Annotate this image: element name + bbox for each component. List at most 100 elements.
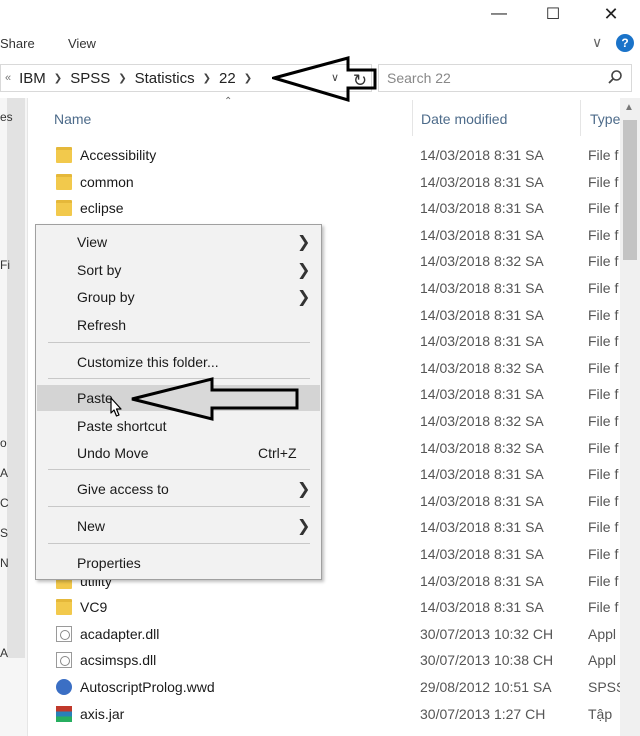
file-row[interactable]: Accessibility 14/03/2018 8:31 SA File f	[50, 142, 620, 168]
title-bar: — ☐ ✕	[0, 0, 640, 28]
file-name: Accessibility	[80, 147, 157, 163]
file-date: 14/03/2018 8:31 SA	[420, 280, 544, 296]
navigation-pane[interactable]: es Fi o A C S N A	[0, 98, 28, 736]
file-type: File f	[588, 280, 619, 296]
search-placeholder: Search 22	[387, 70, 451, 86]
file-type: File f	[588, 333, 619, 350]
dll-icon	[56, 625, 72, 642]
chevron-right-icon: ❯	[297, 289, 311, 306]
close-icon: ✕	[603, 3, 619, 24]
file-name: eclipse	[80, 200, 124, 217]
column-divider[interactable]	[412, 100, 413, 136]
menu-item-label: New	[77, 518, 106, 534]
file-date: 14/03/2018 8:31 SA	[420, 200, 544, 217]
search-input[interactable]: Search 22	[378, 64, 632, 92]
nav-item[interactable]: A	[0, 466, 8, 480]
breadcrumb-statistics[interactable]: Statistics	[135, 70, 195, 87]
nav-item[interactable]: N	[0, 556, 9, 570]
file-type: File f	[588, 413, 619, 429]
file-type: File f	[588, 386, 619, 403]
menu-item-view[interactable]: View ❯	[37, 229, 320, 255]
tab-share[interactable]: Share	[0, 36, 35, 51]
nav-item[interactable]: A	[0, 646, 8, 660]
breadcrumb-spss[interactable]: SPSS	[70, 70, 110, 87]
menu-separator	[48, 543, 310, 544]
sort-ascending-icon: ⌃	[224, 96, 233, 107]
breadcrumb-22[interactable]: 22	[219, 70, 236, 87]
scroll-up-icon[interactable]: ▲	[624, 102, 634, 113]
close-button[interactable]: ✕	[588, 0, 634, 28]
menu-shortcut: Ctrl+Z	[258, 445, 297, 461]
file-type: File f	[588, 200, 619, 217]
menu-item-new[interactable]: New ❯	[37, 513, 320, 539]
chevron-right-icon[interactable]: ❯	[203, 73, 211, 84]
folder-icon	[56, 147, 72, 163]
file-type: File f	[588, 173, 619, 190]
nav-item[interactable]: es	[0, 110, 13, 124]
file-type: File f	[588, 466, 619, 483]
nav-item[interactable]: C	[0, 496, 9, 510]
menu-item-properties[interactable]: Properties	[37, 550, 320, 576]
file-date: 14/03/2018 8:31 SA	[420, 333, 544, 350]
file-row[interactable]: AutoscriptProlog.wwd 29/08/2012 10:51 SA S…	[50, 674, 625, 700]
chevron-right-icon[interactable]: ❯	[244, 73, 252, 84]
nav-item[interactable]: S	[0, 526, 8, 540]
file-type: Appl	[588, 625, 617, 642]
vertical-scrollbar[interactable]: ▲	[620, 98, 640, 736]
menu-separator	[48, 469, 310, 470]
menu-item-customize-this-folder[interactable]: Customize this folder...	[37, 349, 320, 375]
file-row[interactable]: common 14/03/2018 8:31 SA File f	[50, 169, 620, 195]
breadcrumb-ibm[interactable]: IBM	[19, 70, 46, 87]
file-type: Appl	[588, 652, 617, 669]
menu-item-group-by[interactable]: Group by ❯	[37, 284, 320, 310]
chevron-right-icon[interactable]: ❯	[118, 73, 126, 84]
menu-item-sort-by[interactable]: Sort by ❯	[37, 257, 320, 283]
overflow-crumbs[interactable]: «	[5, 72, 11, 84]
chevron-right-icon: ❯	[297, 481, 311, 498]
file-row[interactable]: acsimsps.dll 30/07/2013 10:38 CH Appl	[50, 647, 620, 673]
minimize-button[interactable]: —	[476, 0, 522, 28]
column-header-date[interactable]: Date modified	[421, 104, 507, 134]
file-type: File f	[588, 546, 619, 562]
help-icon[interactable]: ?	[616, 34, 634, 52]
file-type: File f	[588, 359, 619, 376]
file-type: File f	[588, 572, 619, 589]
menu-item-refresh[interactable]: Refresh	[37, 312, 320, 338]
nav-scrollbar[interactable]	[7, 98, 25, 658]
chevron-down-icon[interactable]: ∨	[592, 34, 602, 51]
file-date: 14/03/2018 8:31 SA	[420, 306, 544, 323]
scrollbar-thumb[interactable]	[623, 120, 637, 260]
menu-item-undo-move[interactable]: Undo Move Ctrl+Z	[37, 440, 320, 466]
file-type: File f	[588, 492, 619, 509]
file-type: Tập	[588, 705, 613, 722]
nav-item[interactable]: o	[0, 436, 7, 450]
file-row[interactable]: axis.jar 30/07/2013 1:27 CH Tập	[50, 701, 620, 727]
file-type: File f	[588, 226, 619, 243]
menu-item-give-access-to[interactable]: Give access to ❯	[37, 476, 320, 502]
file-type: File f	[588, 519, 619, 536]
file-date: 14/03/2018 8:31 SA	[420, 173, 544, 190]
file-row[interactable]: VC9 14/03/2018 8:31 SA File f	[50, 594, 620, 620]
nav-item[interactable]: Fi	[0, 258, 10, 272]
column-divider[interactable]	[580, 100, 581, 136]
menu-separator	[48, 342, 310, 343]
file-date: 14/03/2018 8:31 SA	[420, 386, 544, 403]
menu-item-label: Give access to	[77, 481, 169, 497]
maximize-button[interactable]: ☐	[530, 0, 576, 28]
file-type: File f	[588, 439, 619, 456]
file-row[interactable]: eclipse 14/03/2018 8:31 SA File f	[50, 195, 620, 221]
minimize-icon: —	[491, 5, 507, 22]
folder-icon	[56, 173, 72, 190]
file-date: 30/07/2013 1:27 CH	[420, 705, 546, 722]
file-type: File f	[588, 147, 619, 163]
annotation-arrow-paste	[131, 377, 299, 421]
dll-icon	[56, 652, 72, 669]
menu-item-label: Customize this folder...	[77, 354, 219, 370]
chevron-right-icon[interactable]: ❯	[54, 73, 62, 84]
menu-item-label: Sort by	[77, 262, 122, 278]
tab-view[interactable]: View	[68, 36, 96, 51]
file-name: axis.jar	[80, 705, 125, 722]
column-header-name[interactable]: Name	[54, 104, 91, 134]
file-row[interactable]: acadapter.dll 30/07/2013 10:32 CH Appl	[50, 621, 620, 647]
column-header-type[interactable]: Type	[590, 104, 620, 134]
